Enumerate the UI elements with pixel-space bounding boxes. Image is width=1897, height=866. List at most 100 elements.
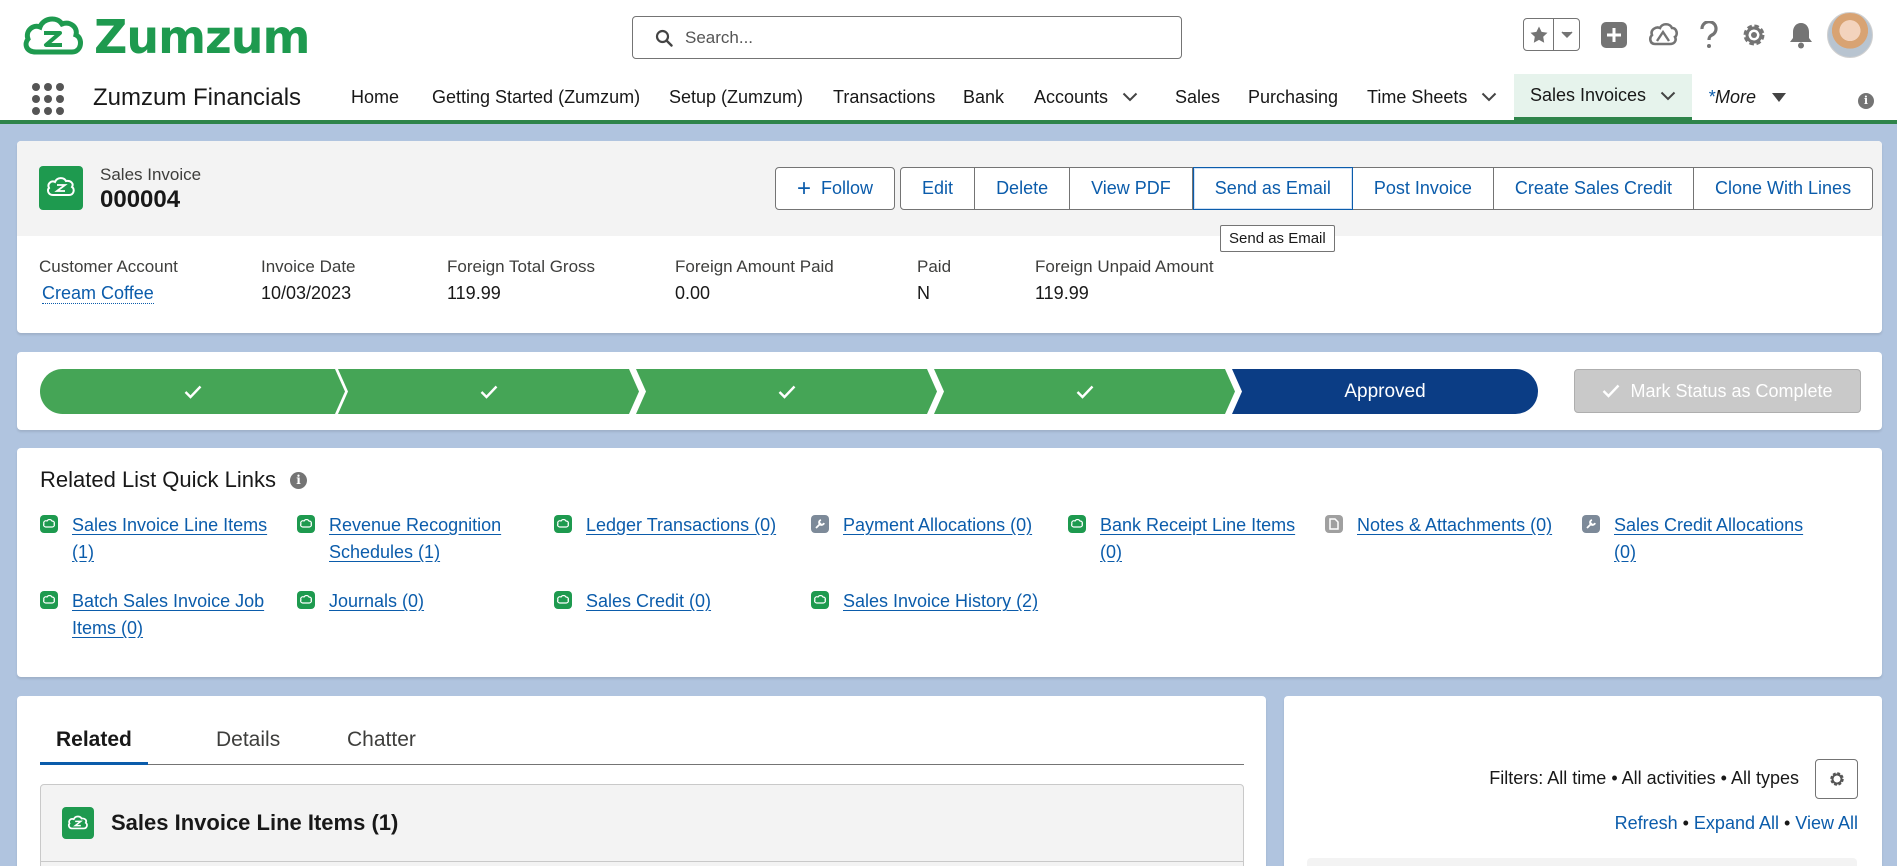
app-launcher-dot (44, 107, 52, 115)
quick-link-journals[interactable]: Journals (0) (329, 588, 424, 615)
separator: • (1677, 813, 1694, 833)
quick-link-revenue-recognition-schedules[interactable]: Revenue Recognition Schedules (1) (329, 512, 527, 566)
tab-chatter[interactable]: Chatter (331, 728, 432, 765)
path-step-complete[interactable] (338, 369, 639, 414)
checkmark-icon (184, 385, 201, 399)
related-list-sales-invoice-line-items: Sales Invoice Line Items (1) (40, 784, 1244, 866)
favorites-button[interactable] (1524, 19, 1555, 50)
quick-links-title: Related List Quick Links i (40, 467, 307, 493)
quick-link-notes-attachments[interactable]: Notes & Attachments (0) (1357, 512, 1552, 539)
activity-links: Refresh • Expand All • View All (1615, 813, 1858, 834)
quick-link: Sales Invoice History (2) (811, 588, 1071, 615)
checkmark-icon (778, 385, 795, 399)
quick-link-payment-allocations[interactable]: Payment Allocations (0) (843, 512, 1032, 539)
chevron-down-icon[interactable] (1481, 92, 1497, 102)
app-name: Zumzum Financials (93, 84, 302, 111)
related-list-title[interactable]: Sales Invoice Line Items (1) (111, 810, 398, 836)
quick-link: Notes & Attachments (0) (1325, 512, 1555, 539)
field-value: 10/03/2023 (261, 283, 352, 303)
nav-item-transactions[interactable]: Transactions (833, 74, 935, 120)
nav-item-home[interactable]: Home (351, 74, 399, 120)
expand-all-link[interactable]: Expand All (1694, 813, 1779, 833)
view-all-link[interactable]: View All (1795, 813, 1858, 833)
zumzum-logo[interactable]: Zumzum (22, 12, 310, 62)
chevron-down-icon[interactable] (1122, 92, 1138, 102)
field-label: Paid (917, 257, 952, 276)
file-icon (1325, 515, 1343, 533)
notifications-button[interactable] (1788, 21, 1814, 49)
activity-settings-button[interactable] (1815, 759, 1858, 799)
app-launcher-button[interactable] (32, 83, 64, 115)
field-invoice-date: Invoice Date 10/03/2023 (261, 257, 356, 304)
path-step-complete[interactable] (934, 369, 1235, 414)
field-value: Cream Coffee (39, 283, 178, 304)
follow-button[interactable]: + Follow (775, 167, 896, 210)
chevron-down-icon (1561, 30, 1573, 38)
setup-gear-icon (1743, 24, 1765, 45)
quick-link: Bank Receipt Line Items (0) (1068, 512, 1298, 566)
refresh-link[interactable]: Refresh (1615, 813, 1678, 833)
edit-button[interactable]: Edit (900, 167, 976, 210)
nav-item-getting-started[interactable]: Getting Started (Zumzum) (432, 74, 640, 120)
quick-link-sales-credit[interactable]: Sales Credit (0) (586, 588, 711, 615)
customer-account-link[interactable]: Cream Coffee (42, 283, 154, 304)
quick-link: Sales Credit Allocations (0) (1582, 512, 1812, 566)
zumzum-cloud-icon (47, 177, 75, 196)
setup-button[interactable] (1740, 21, 1768, 49)
quick-link-bank-receipt-line-items[interactable]: Bank Receipt Line Items (0) (1100, 512, 1298, 566)
trailhead-button[interactable] (1648, 22, 1678, 48)
info-icon[interactable]: i (290, 471, 307, 489)
zumzum-logo-icon (23, 16, 83, 55)
field-foreign-unpaid-amount: Foreign Unpaid Amount 119.99 (1035, 257, 1214, 304)
global-search[interactable] (632, 16, 1182, 59)
global-actions-button[interactable] (1600, 21, 1628, 49)
zumzum-cloud-icon (40, 515, 58, 533)
search-input[interactable] (685, 27, 1165, 48)
path-step-complete[interactable] (636, 369, 937, 414)
create-sales-credit-button[interactable]: Create Sales Credit (1493, 167, 1694, 210)
record-header: Sales Invoice 000004 + Follow Edit Delet… (17, 141, 1882, 236)
path-step-current[interactable]: Approved (1232, 369, 1538, 414)
mark-status-label: Mark Status as Complete (1630, 380, 1833, 401)
delete-button[interactable]: Delete (975, 167, 1071, 210)
tab-details[interactable]: Details (200, 728, 296, 765)
nav-item-time-sheets[interactable]: Time Sheets (1367, 74, 1497, 120)
mark-status-complete-button[interactable]: Mark Status as Complete (1574, 369, 1861, 413)
nav-item-setup[interactable]: Setup (Zumzum) (669, 74, 803, 120)
quick-link-ledger-transactions[interactable]: Ledger Transactions (0) (586, 512, 776, 539)
checkmark-icon (1603, 384, 1620, 398)
user-avatar[interactable] (1827, 12, 1873, 58)
view-pdf-button[interactable]: View PDF (1070, 167, 1193, 210)
nav-more-menu[interactable]: * More (1708, 74, 1787, 120)
clone-with-lines-button[interactable]: Clone With Lines (1694, 167, 1874, 210)
field-value: 119.99 (1035, 283, 1089, 303)
post-invoice-button[interactable]: Post Invoice (1352, 167, 1494, 210)
path-steps: Approved (40, 369, 1560, 414)
path-step-complete[interactable] (40, 369, 345, 414)
quick-link-batch-sales-invoice-job-items[interactable]: Batch Sales Invoice Job Items (0) (72, 588, 270, 642)
nav-item-accounts[interactable]: Accounts (1034, 74, 1138, 120)
quick-link-sales-invoice-line-items[interactable]: Sales Invoice Line Items (1) (72, 512, 270, 566)
quick-link-sales-invoice-history[interactable]: Sales Invoice History (2) (843, 588, 1038, 615)
field-label: Invoice Date (261, 257, 356, 276)
nav-item-sales[interactable]: Sales (1175, 74, 1220, 120)
wrench-icon (1582, 515, 1600, 533)
app-launcher-dot (32, 95, 40, 103)
send-as-email-button[interactable]: Send as Email (1192, 167, 1353, 210)
header-utility-bar (1523, 18, 1814, 51)
nav-item-purchasing[interactable]: Purchasing (1248, 74, 1338, 120)
nav-item-sales-invoices[interactable]: Sales Invoices (1514, 74, 1693, 120)
status-path: Approved Mark Status as Complete (17, 352, 1882, 430)
activity-filters: Filters: All time • All activities • All… (1489, 768, 1799, 788)
record-type-label: Sales Invoice (100, 165, 202, 184)
checkmark-icon (1076, 385, 1093, 399)
nav-item-bank[interactable]: Bank (963, 74, 1004, 120)
favorites-list-button[interactable] (1554, 19, 1579, 50)
nav-info-button[interactable]: i (1858, 91, 1874, 109)
quick-link-sales-credit-allocations[interactable]: Sales Credit Allocations (0) (1614, 512, 1812, 566)
tab-related[interactable]: Related (40, 728, 148, 765)
help-button[interactable] (1698, 20, 1720, 49)
app-launcher-dot (56, 95, 64, 103)
chevron-down-icon[interactable] (1660, 91, 1676, 101)
zumzum-cloud-icon (297, 515, 315, 533)
